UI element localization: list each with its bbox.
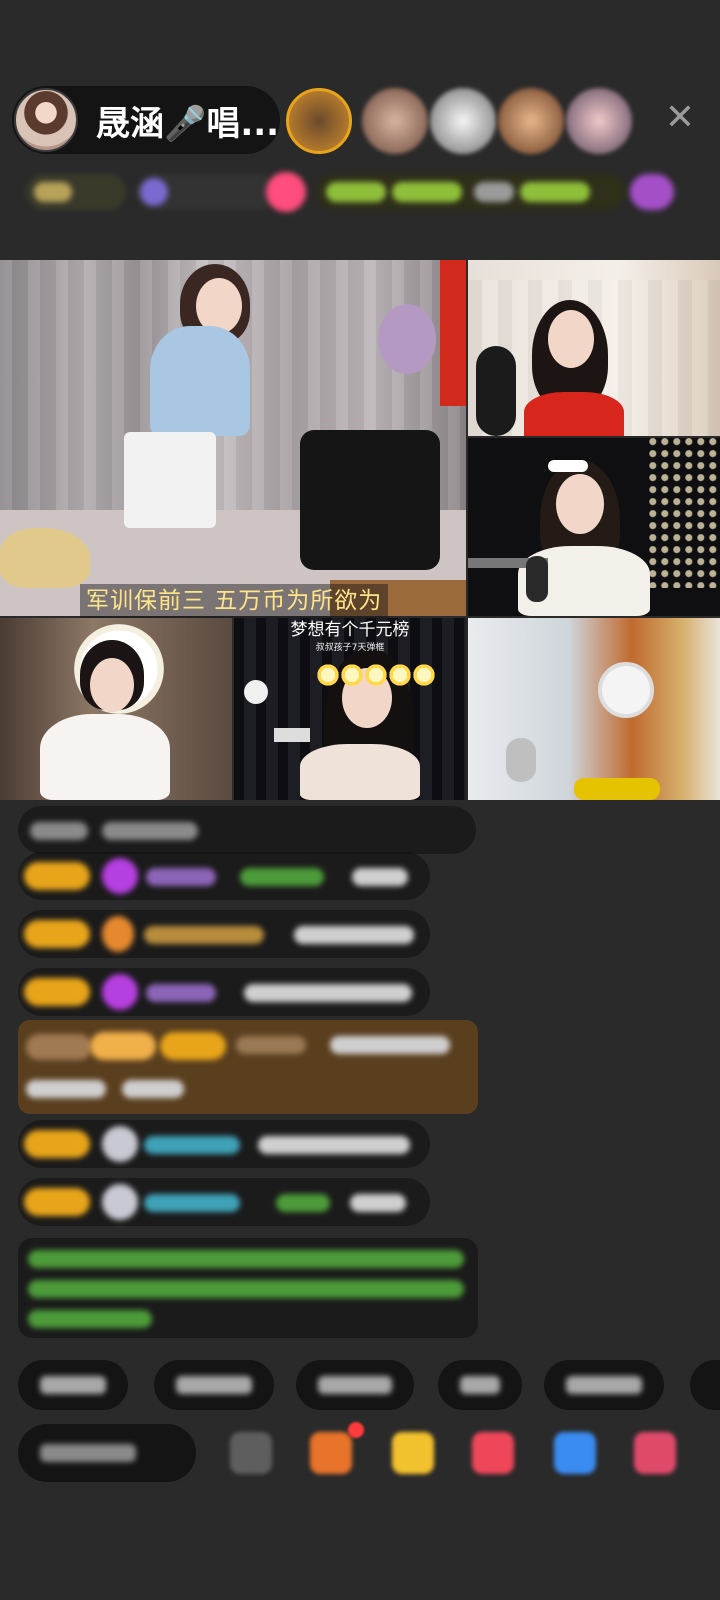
host-avatar[interactable] — [14, 88, 78, 152]
chat-message-0 — [18, 806, 476, 854]
guest-video-tile-5[interactable] — [468, 618, 720, 800]
main-video-tile[interactable] — [0, 260, 466, 616]
emoji-icon[interactable] — [230, 1432, 272, 1474]
host-name: 晟涵🎤唱... — [96, 103, 276, 144]
quick-reply-4[interactable] — [438, 1360, 522, 1410]
chat-message-3 — [18, 968, 430, 1016]
top-viewer-avatar-1[interactable] — [286, 88, 352, 154]
viewer-avatar-2[interactable] — [362, 88, 428, 154]
viewer-avatar-3[interactable] — [430, 88, 496, 154]
quick-reply-3[interactable] — [296, 1360, 414, 1410]
treasure-icon[interactable] — [392, 1432, 434, 1474]
notification-dot-icon — [348, 1422, 364, 1438]
chat-message-1 — [18, 852, 430, 900]
chat-message-2 — [18, 910, 430, 958]
viewer-avatar-5[interactable] — [566, 88, 632, 154]
guest-video-tile-1[interactable] — [468, 260, 720, 436]
chat-message-4 — [18, 1120, 430, 1168]
guest-video-tile-2[interactable] — [468, 438, 720, 616]
tile-subcaption: 叔叔孩子7天弹框 — [315, 643, 385, 653]
quick-reply-1[interactable] — [18, 1360, 128, 1410]
main-video-caption: 军训保前三 五万币为所欲为 — [80, 584, 389, 618]
chat-message-5 — [18, 1178, 430, 1226]
status-badge-row — [0, 170, 720, 214]
host-info-pill[interactable]: 晟涵🎤唱... — [12, 86, 280, 154]
quick-reply-6[interactable] — [690, 1360, 720, 1410]
share-icon[interactable] — [554, 1432, 596, 1474]
guest-video-tile-3[interactable] — [0, 618, 232, 800]
gift-icon[interactable] — [634, 1432, 676, 1474]
gift-box-icon[interactable] — [310, 1432, 352, 1474]
chat-input[interactable] — [18, 1424, 196, 1482]
quick-reply-5[interactable] — [544, 1360, 664, 1410]
tile-caption: 梦想有个千元榜 — [290, 620, 410, 640]
game-icon[interactable] — [472, 1432, 514, 1474]
system-notice — [18, 1238, 478, 1338]
quick-reply-2[interactable] — [154, 1360, 274, 1410]
highlight-message — [18, 1020, 478, 1114]
viewer-avatar-4[interactable] — [498, 88, 564, 154]
close-icon[interactable]: ✕ — [660, 98, 700, 138]
